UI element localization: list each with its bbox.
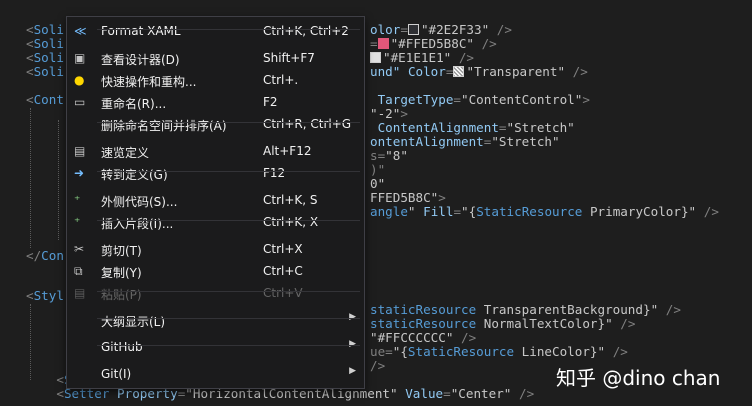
menu-separator [97,219,360,221]
menu-item-shortcut: Ctrl+K, Ctrl+2 [263,24,349,38]
menu-separator [97,121,360,123]
menu-item-item-14[interactable]: Git(I) ▶ [67,363,364,385]
menu-item-insert-snippet[interactable]: ⁺ 插入片段(I)... Ctrl+K, X [67,211,364,233]
menu-item-shortcut: Ctrl+. [263,73,299,87]
copy-icon: ⧉ [74,264,83,278]
menu-item-label: Git(I) [101,367,132,381]
code-line-fragment: angle" Fill="{StaticResource PrimaryColo… [370,204,719,219]
menu-item-goto-definition[interactable]: ➜ 转到定义(G) F12 [67,162,364,184]
menu-separator [97,170,360,172]
menu-item-item-12[interactable]: 大纲显示(L)▶ [67,309,364,331]
menu-item-label: 外侧代码(S)... [101,195,178,209]
submenu-arrow-icon: ▶ [349,366,356,376]
paste-icon: ▤ [74,286,86,300]
indent-guide [30,304,31,380]
menu-item-paste: ▤ 粘贴(P) Ctrl+V [67,282,364,304]
menu-item-copy[interactable]: ⧉ 复制(Y) Ctrl+C [67,260,364,282]
menu-separator [97,28,360,30]
menu-item-label: 查看设计器(D) [101,53,180,67]
menu-item-shortcut: Ctrl+C [263,264,303,278]
menu-item-view-designer[interactable]: ▣ 查看设计器(D) Shift+F7 [67,47,364,69]
menu-item-item-13[interactable]: GitHub▶ [67,336,364,358]
menu-separator [97,317,360,319]
blank-icon [74,340,88,354]
menu-item-shortcut: Ctrl+R, Ctrl+G [263,117,352,131]
menu-separator [97,290,360,292]
code-line-fragment: /> [370,358,386,373]
menu-item-label: 大纲显示(L) [101,315,166,329]
menu-item-peek-definition[interactable]: ▤ 速览定义 Alt+F12 [67,140,364,162]
menu-item-label: 快速操作和重构... [101,75,197,89]
indent-guide [30,108,31,248]
menu-item-shortcut: Ctrl+K, S [263,193,318,207]
blank-icon [74,117,88,131]
view-designer-icon: ▣ [74,51,86,65]
menu-item-lightbulb[interactable]: ● 快速操作和重构... Ctrl+. [67,69,364,91]
menu-item-label: 删除命名空间并排序(A) [101,119,227,133]
format-xaml-icon: ≪ [74,24,87,38]
menu-item-cut[interactable]: ✂ 剪切(T) Ctrl+X [67,238,364,260]
context-menu: ≪ Format XAML Ctrl+K, Ctrl+2 ▣ 查看设计器(D) Shift… [66,16,365,389]
indent-guide [58,120,59,240]
menu-item-shortcut: Ctrl+X [263,242,303,256]
menu-separator [97,344,360,346]
insert-snippet-icon: ⁺ [74,215,81,229]
menu-item-label: 重命名(R)... [101,97,167,111]
menu-item-label: 剪切(T) [101,244,142,258]
menu-item-label: GitHub [101,340,143,354]
menu-item-shortcut: Ctrl+K, X [263,215,319,229]
code-line: <Soli [26,64,64,79]
rename-icon: ▭ [74,95,86,109]
menu-item-label: 复制(Y) [101,266,142,280]
code-line-fragment: und" Color= "Transparent" /> [370,64,588,79]
menu-item-shortcut: Alt+F12 [263,144,312,158]
menu-item-item-4[interactable]: 删除命名空间并排序(A) Ctrl+R, Ctrl+G [67,113,364,135]
menu-item-shortcut: F2 [263,95,278,109]
watermark: 知乎 @dino chan [556,366,721,390]
code-line: </Con [26,248,64,263]
menu-item-label: 转到定义(G) [101,168,168,182]
code-line: <Cont [26,92,64,107]
menu-item-shortcut: Shift+F7 [263,51,315,65]
code-line: <Styl [26,288,64,303]
peek-definition-icon: ▤ [74,144,86,158]
goto-definition-icon: ➜ [74,166,85,180]
menu-item-rename[interactable]: ▭ 重命名(R)... F2 [67,91,364,113]
menu-item-label: 粘贴(P) [101,288,142,302]
cut-icon: ✂ [74,242,85,256]
blank-icon [74,367,88,381]
menu-item-label: 速览定义 [101,146,150,160]
menu-item-label: Format XAML [101,24,181,38]
lightbulb-icon: ● [74,73,85,87]
blank-icon [74,313,88,327]
menu-item-label: 插入片段(I)... [101,217,174,231]
menu-item-shortcut: F12 [263,166,286,180]
menu-item-shortcut: Ctrl+V [263,286,303,300]
menu-item-surround-with[interactable]: ⁺ 外侧代码(S)... Ctrl+K, S [67,189,364,211]
code-line-fragment: ue="{StaticResource LineColor}" /> [370,344,628,359]
menu-item-format-xaml[interactable]: ≪ Format XAML Ctrl+K, Ctrl+2 [67,20,364,42]
surround-with-icon: ⁺ [74,193,81,207]
